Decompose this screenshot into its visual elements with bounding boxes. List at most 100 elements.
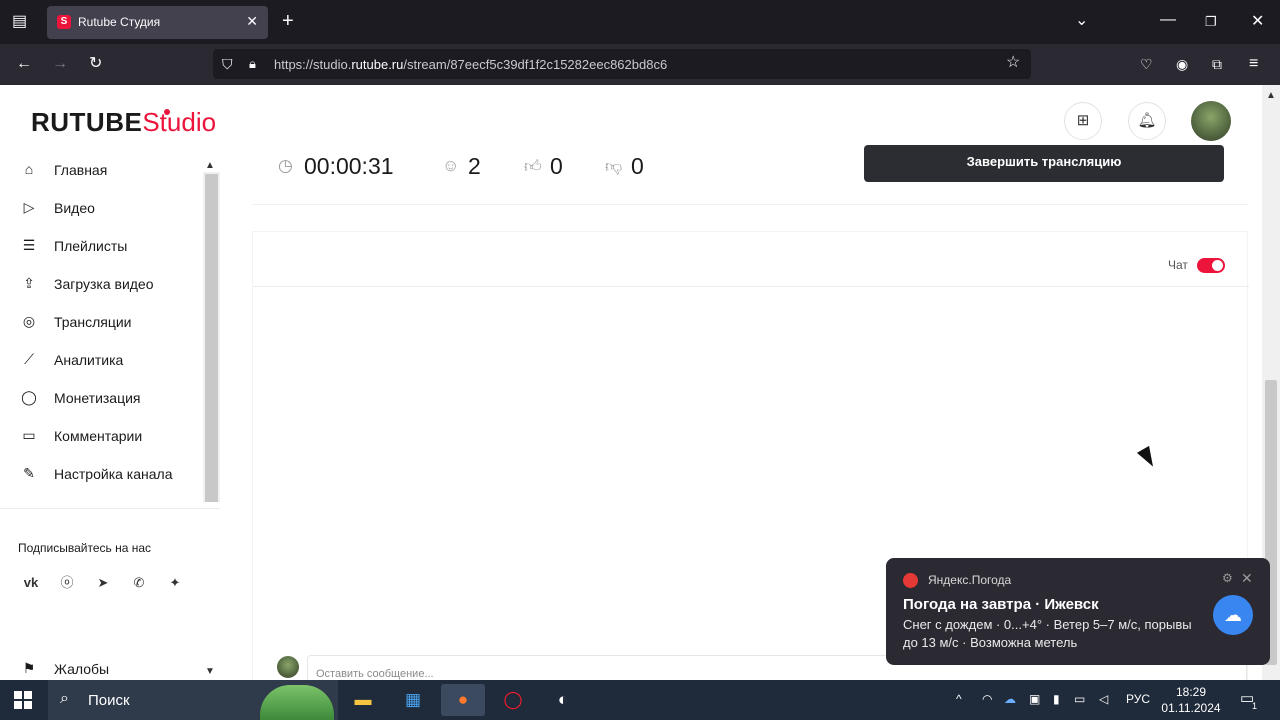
dislikes-value: 0 [631, 153, 644, 179]
account-icon[interactable]: ◉ [1176, 56, 1188, 72]
obs-icon[interactable]: ◐ [541, 684, 585, 716]
broadcast-icon: ◎ [22, 313, 36, 329]
viewers-value: 2 [468, 153, 481, 179]
notification-app-name: Яндекс.Погода [928, 573, 1012, 587]
back-icon[interactable]: ← [16, 56, 32, 72]
sidebar-item-label: Аналитика [54, 352, 124, 368]
video-icon: ▷ [23, 199, 35, 215]
rutube-studio-logo[interactable]: RUTUBE Studio [31, 107, 216, 138]
clock-time: 18:29 [1175, 685, 1207, 699]
scroll-down-icon[interactable]: ▼ [205, 664, 215, 680]
avatar[interactable] [1191, 101, 1231, 141]
sidebar-item-label: Плейлисты [54, 238, 128, 254]
vk-icon[interactable]: vk [20, 572, 42, 594]
viber-icon[interactable]: ✆ [128, 572, 150, 594]
close-icon[interactable]: ✕ [1241, 570, 1253, 587]
upload-icon: ⇪ [23, 275, 35, 291]
flag-icon: ⚑ [22, 660, 36, 676]
yandex-weather-icon [903, 573, 918, 588]
home-icon: ⌂ [24, 161, 34, 177]
subscribe-label: Подписывайтесь на нас [18, 541, 152, 555]
duration-value: 00:00:31 [304, 153, 394, 179]
extensions-icon[interactable]: ⧉ [1212, 56, 1222, 72]
tab-list-icon[interactable]: ▤ [12, 14, 27, 30]
sidebar: ⌂ Главная ▷ Видео ☰ Плейлисты ⇪ Загрузка вид… [0, 155, 220, 680]
network-icon[interactable]: ◠ [982, 692, 992, 706]
end-stream-button[interactable]: Завершить трансляцию [864, 145, 1224, 182]
pocket-icon[interactable]: ♡ [1140, 56, 1153, 72]
forward-icon[interactable]: → [52, 56, 68, 72]
notifications-button[interactable]: 🔔︎ [1128, 102, 1166, 140]
browser-tab-bar: ▤ S Rutube Студия ✕ + ⌄ — ❐ ✕ [0, 0, 1280, 44]
thumbs-down-icon: 👎︎ [605, 157, 623, 176]
search-label: Поиск [88, 692, 130, 709]
chat-toggle[interactable] [1197, 258, 1225, 273]
browser-nav-bar: ← → ↻ ⛉ 🔒︎ https://studio.rutube.ru/stre… [0, 44, 1280, 85]
close-tab-icon[interactable]: ✕ [246, 13, 258, 30]
create-button[interactable]: ⊞ [1064, 102, 1102, 140]
clock-date: 01.11.2024 [1161, 701, 1221, 715]
add-icon: ⊞ [1076, 112, 1090, 129]
weather-notification[interactable]: Яндекс.Погода ⚙ ✕ Погода на завтра · Иже… [886, 558, 1270, 665]
search-icon: ⌕ [60, 690, 69, 707]
rutube-favicon-icon: S [57, 15, 71, 29]
search-highlight-art [260, 685, 334, 720]
language-indicator[interactable]: РУС [1126, 692, 1150, 706]
store-icon[interactable]: ▦ [391, 684, 435, 716]
sidebar-scrollbar[interactable] [203, 172, 220, 502]
scroll-up-icon[interactable]: ▲ [205, 158, 215, 174]
lock-icon[interactable]: 🔒︎ [249, 56, 256, 72]
microphone-icon[interactable]: ▮ [1053, 692, 1060, 706]
avatar [277, 656, 299, 678]
telegram-icon[interactable]: ➤ [92, 572, 114, 594]
taskbar-search[interactable]: ⌕ Поиск [48, 680, 338, 720]
shield-icon[interactable]: ⛉ [222, 56, 233, 72]
chat-label: Чат [1168, 258, 1188, 272]
camera-icon[interactable]: ▣ [1029, 692, 1040, 706]
comments-icon: ▭ [22, 427, 36, 443]
logo-dot [164, 109, 170, 115]
firefox-icon[interactable]: ● [441, 684, 485, 716]
gear-icon[interactable]: ⚙ [1222, 571, 1233, 585]
zen-icon[interactable]: ✦ [164, 572, 186, 594]
reload-icon[interactable]: ↻ [89, 56, 102, 72]
url-bar[interactable]: ⛉ 🔒︎ https://studio.rutube.ru/stream/87e… [213, 49, 1031, 79]
sidebar-scroll-thumb[interactable] [205, 174, 218, 502]
thumbs-up-icon: 👍︎ [524, 157, 542, 176]
bookmark-star-icon[interactable]: ☆ [1006, 55, 1020, 71]
analytics-icon: ⟋ [24, 351, 34, 367]
battery-icon[interactable]: ▭ [1074, 692, 1085, 706]
coin-icon: ◯ [21, 389, 37, 405]
ok-icon[interactable]: ⓞ [56, 572, 78, 594]
windows-start-icon[interactable] [14, 691, 32, 709]
bell-icon: 🔔︎ [1137, 112, 1157, 129]
tray-expand-icon[interactable]: ^ [956, 692, 962, 706]
clock[interactable]: 18:29 01.11.2024 [1160, 684, 1222, 716]
notification-count: 1 [1252, 701, 1258, 711]
sidebar-item-label: Загрузка видео [54, 276, 154, 292]
sidebar-item-label: Видео [54, 200, 95, 216]
sidebar-item-label: Настройка канала [54, 466, 173, 482]
menu-icon[interactable]: ≡ [1249, 56, 1258, 72]
browser-tab[interactable]: S Rutube Студия ✕ [47, 6, 268, 39]
new-tab-icon[interactable]: + [282, 11, 294, 31]
stream-stats-card: ◷ 00:00:31 ☺ 2 👍︎ 0 👎︎ 0 Завершить трансляци… [252, 145, 1248, 205]
likes-value: 0 [550, 153, 563, 179]
file-explorer-icon[interactable]: ▬ [341, 684, 385, 716]
close-window-icon[interactable]: ✕ [1251, 14, 1264, 30]
page-scroll-up-icon[interactable]: ▲ [1266, 88, 1276, 104]
volume-icon[interactable]: ◁ [1099, 692, 1108, 706]
toggle-knob [1212, 260, 1223, 271]
wand-icon: ✎ [23, 465, 35, 481]
notification-title: Погода на завтра · Ижевск [903, 596, 1099, 613]
sidebar-divider [0, 508, 220, 509]
tab-title: Rutube Студия [78, 15, 161, 29]
chevron-down-icon[interactable]: ⌄ [1075, 13, 1088, 29]
minimize-icon[interactable]: — [1160, 12, 1176, 28]
sidebar-item-label: Главная [54, 162, 108, 178]
sidebar-item-label: Монетизация [54, 390, 141, 406]
restore-icon[interactable]: ❐ [1205, 14, 1217, 30]
sidebar-item-label: Комментарии [54, 428, 143, 444]
opera-icon[interactable]: ◯ [491, 684, 535, 716]
onedrive-icon[interactable]: ☁ [1004, 692, 1016, 706]
